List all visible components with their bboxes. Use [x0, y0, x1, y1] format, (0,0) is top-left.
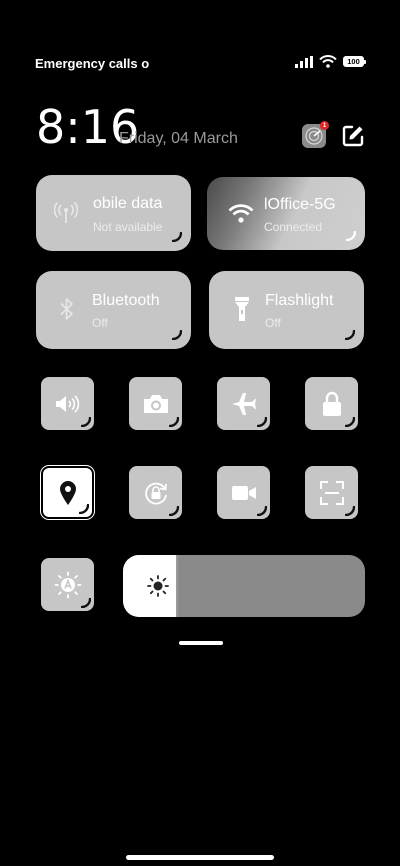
mobile-data-tile[interactable]: obile data Not available — [36, 175, 191, 251]
wifi-status: Connected — [264, 220, 323, 234]
expand-corner-icon[interactable] — [257, 417, 267, 427]
lock-icon — [322, 391, 341, 416]
antenna-icon — [54, 202, 78, 223]
expand-corner-icon[interactable] — [172, 232, 182, 242]
expand-corner-icon[interactable] — [345, 330, 355, 340]
radar-app-icon[interactable]: 1 — [302, 121, 329, 148]
home-indicator[interactable] — [126, 855, 274, 860]
scanner-tile[interactable] — [305, 466, 358, 519]
mobile-data-status: Not available — [93, 220, 163, 234]
airplane-icon — [231, 392, 256, 415]
expand-corner-icon[interactable] — [346, 231, 356, 241]
brightness-sun-icon — [147, 575, 169, 597]
expand-corner-icon[interactable] — [81, 417, 91, 427]
expand-corner-icon[interactable] — [345, 506, 355, 516]
expand-corner-icon[interactable] — [169, 506, 179, 516]
flashlight-tile[interactable]: Flashlight Off — [209, 271, 364, 349]
rotation-lock-tile[interactable] — [129, 466, 182, 519]
expand-corner-icon[interactable] — [169, 417, 179, 427]
status-icons: 100 — [295, 55, 366, 68]
signal-icon — [295, 55, 313, 68]
camera-icon — [143, 394, 168, 413]
battery-icon: 100 — [343, 56, 366, 67]
flashlight-title: Flashlight — [265, 292, 334, 309]
bluetooth-icon — [60, 298, 73, 320]
wifi-tile[interactable]: lOffice-5G Connected — [207, 177, 365, 250]
wifi-network-name: lOffice-5G — [264, 196, 336, 213]
edit-icon[interactable] — [341, 124, 365, 148]
location-tile[interactable] — [40, 465, 95, 520]
expand-corner-icon[interactable] — [172, 330, 182, 340]
rotation-lock-icon — [144, 482, 167, 504]
flashlight-status: Off — [265, 316, 281, 330]
brightness-slider-fill — [123, 555, 179, 617]
expand-corner-icon[interactable] — [257, 506, 267, 516]
flashlight-icon — [235, 297, 249, 321]
lock-screen-tile[interactable] — [305, 377, 358, 430]
expand-corner-icon[interactable] — [81, 598, 91, 608]
expand-corner-icon[interactable] — [79, 504, 89, 514]
scan-icon — [319, 480, 344, 505]
auto-brightness-icon — [54, 571, 81, 598]
sound-tile[interactable] — [41, 377, 94, 430]
carrier-status-text: Emergency calls o — [35, 56, 150, 71]
brightness-slider[interactable] — [123, 555, 365, 617]
auto-brightness-tile[interactable] — [41, 558, 94, 611]
bluetooth-tile[interactable]: Bluetooth Off — [36, 271, 191, 349]
airplane-mode-tile[interactable] — [217, 377, 270, 430]
notification-badge: 1 — [320, 121, 329, 130]
mobile-data-title: obile data — [93, 195, 163, 212]
location-pin-icon — [59, 480, 76, 505]
volume-icon — [55, 394, 79, 413]
wifi-status-icon — [319, 55, 337, 68]
expand-corner-icon[interactable] — [345, 417, 355, 427]
bluetooth-title: Bluetooth — [92, 292, 160, 309]
panel-drag-handle[interactable] — [179, 641, 223, 645]
screen-recorder-tile[interactable] — [217, 466, 270, 519]
wifi-icon — [228, 204, 254, 223]
video-camera-icon — [231, 485, 256, 500]
clock-date: Friday, 04 March — [119, 130, 238, 147]
camera-tile[interactable] — [129, 377, 182, 430]
bluetooth-status: Off — [92, 316, 108, 330]
